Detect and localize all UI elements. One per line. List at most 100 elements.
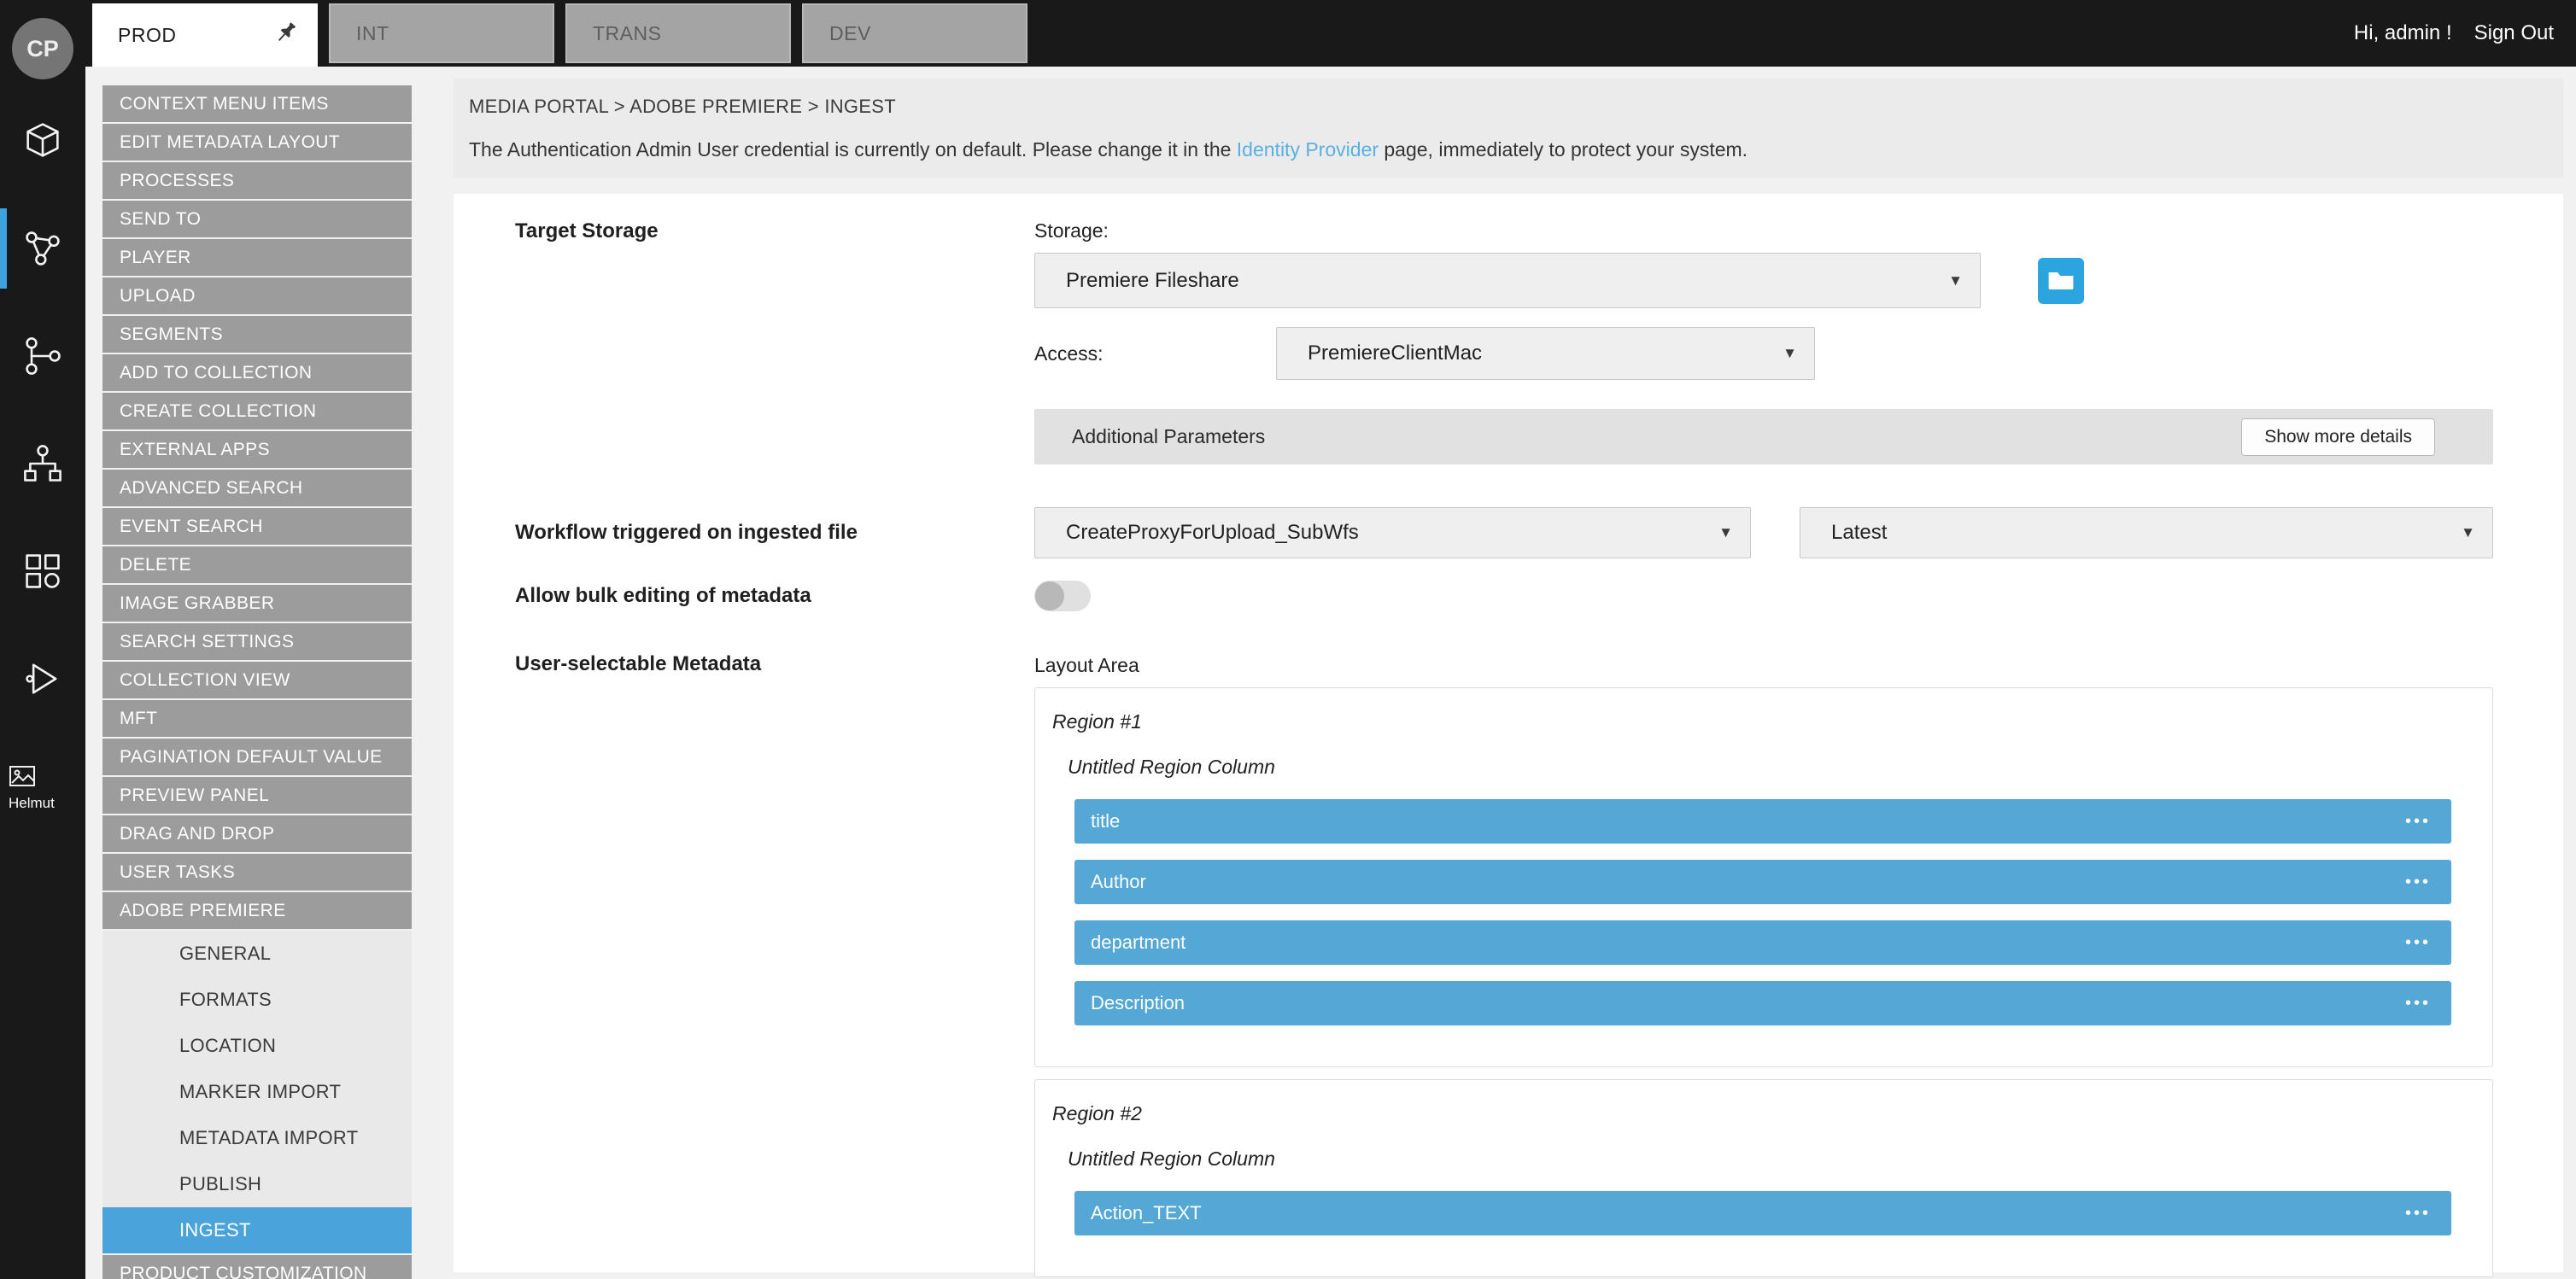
storage-select[interactable]: Premiere Fileshare ▼ (1034, 253, 1981, 308)
tab-dev[interactable]: DEV (802, 3, 1027, 63)
tab-label: DEV (829, 22, 871, 45)
sidebar-item[interactable]: SEND TO (102, 201, 412, 237)
show-more-details-button[interactable]: Show more details (2241, 418, 2435, 456)
modules-icon[interactable] (0, 517, 85, 625)
sidebar-item[interactable]: PAGINATION DEFAULT VALUE (102, 739, 412, 775)
sidebar-item[interactable]: ADD TO COLLECTION (102, 354, 412, 391)
sidebar-subitem[interactable]: PUBLISH (102, 1161, 412, 1207)
sidebar-subitem[interactable]: MARKER IMPORT (102, 1069, 412, 1115)
browse-folder-button[interactable] (2038, 258, 2084, 304)
metadata-field[interactable]: Description ••• (1074, 981, 2451, 1025)
ingest-settings-panel: Target Storage Storage: Premiere Filesha… (454, 194, 2563, 1272)
brand-logo: Helmut (9, 765, 85, 812)
sidebar-item[interactable]: USER TASKS (102, 854, 412, 891)
sidebar-item[interactable]: SEGMENTS (102, 316, 412, 353)
more-options-icon[interactable]: ••• (2405, 981, 2431, 1025)
sidebar-item-adobe-premiere[interactable]: ADOBE PREMIERE (102, 892, 412, 929)
more-options-icon[interactable]: ••• (2405, 1191, 2431, 1235)
user-greeting: Hi, admin ! (2354, 21, 2452, 45)
sidebar-item[interactable]: PLAYER (102, 239, 412, 276)
sidebar-subitem-ingest[interactable]: INGEST (102, 1207, 412, 1253)
sidebar-subitem[interactable]: LOCATION (102, 1023, 412, 1069)
sidebar-subitem[interactable]: METADATA IMPORT (102, 1115, 412, 1161)
layout-region-2: Region #2 Untitled Region Column Action_… (1034, 1079, 2493, 1277)
notice-text: page, immediately to protect your system… (1379, 138, 1748, 161)
storage-label: Storage: (1034, 219, 2493, 242)
sidebar-item[interactable]: PREVIEW PANEL (102, 777, 412, 814)
workflow-value: CreateProxyForUpload_SubWfs (1066, 521, 1359, 545)
access-select[interactable]: PremiereClientMac ▼ (1276, 327, 1815, 380)
identity-provider-link[interactable]: Identity Provider (1237, 138, 1379, 161)
sidebar-item[interactable]: DRAG AND DROP (102, 815, 412, 852)
sitemap-icon[interactable] (0, 410, 85, 517)
access-label: Access: (1034, 342, 1276, 365)
metadata-field-label: Action_TEXT (1091, 1202, 1202, 1224)
sidebar-item[interactable]: ADVANCED SEARCH (102, 470, 412, 506)
top-bar: PROD INT TRANS DEV Hi, admin ! Sign Out (0, 0, 2576, 67)
sidebar-item[interactable]: SEARCH SETTINGS (102, 623, 412, 660)
chevron-down-icon: ▼ (1769, 345, 1797, 362)
metadata-field-label: Description (1091, 992, 1185, 1014)
breadcrumb-panel: MEDIA PORTAL > ADOBE PREMIERE > INGEST T… (454, 79, 2563, 178)
tab-label: INT (356, 22, 389, 45)
tab-trans[interactable]: TRANS (565, 3, 791, 63)
cube-icon[interactable] (0, 87, 85, 195)
more-options-icon[interactable]: ••• (2405, 920, 2431, 965)
toggle-knob (1035, 581, 1064, 610)
broken-image-icon (9, 765, 38, 789)
sidebar-item[interactable]: EDIT METADATA LAYOUT (102, 124, 412, 161)
tab-label: TRANS (593, 22, 661, 45)
tab-int[interactable]: INT (329, 3, 554, 63)
metadata-field[interactable]: Action_TEXT ••• (1074, 1191, 2451, 1235)
settings-sidebar: CONTEXT MENU ITEMS EDIT METADATA LAYOUT … (102, 85, 412, 1279)
sidebar-item[interactable]: CONTEXT MENU ITEMS (102, 85, 412, 122)
sidebar-item[interactable]: UPLOAD (102, 277, 412, 314)
sidebar-item[interactable]: MFT (102, 700, 412, 737)
bulk-editing-label: Allow bulk editing of metadata (515, 584, 1034, 608)
metadata-row: User-selectable Metadata Layout Area Reg… (515, 652, 2493, 1277)
target-storage-label: Target Storage (515, 219, 1034, 464)
metadata-field[interactable]: department ••• (1074, 920, 2451, 965)
bulk-editing-toggle[interactable] (1034, 581, 1091, 611)
sidebar-item[interactable]: COLLECTION VIEW (102, 662, 412, 698)
metadata-label: User-selectable Metadata (515, 652, 1034, 676)
sidebar-subitem[interactable]: GENERAL (102, 931, 412, 977)
breadcrumb: MEDIA PORTAL > ADOBE PREMIERE > INGEST (469, 96, 2563, 118)
metadata-field-label: department (1091, 932, 1186, 954)
target-storage-row: Target Storage Storage: Premiere Filesha… (515, 219, 2493, 464)
layout-area-label: Layout Area (1034, 652, 2493, 677)
sign-out-link[interactable]: Sign Out (2474, 21, 2554, 45)
metadata-field[interactable]: Author ••• (1074, 860, 2451, 904)
region-title: Region #2 (1052, 1102, 2451, 1125)
chevron-down-icon: ▼ (1935, 272, 1963, 289)
notice-text: The Authentication Admin User credential… (469, 138, 1237, 161)
sidebar-item[interactable]: IMAGE GRABBER (102, 585, 412, 622)
tab-label: PROD (118, 24, 176, 47)
sidebar-item[interactable]: PROCESSES (102, 162, 412, 199)
main-content: MEDIA PORTAL > ADOBE PREMIERE > INGEST T… (454, 79, 2563, 1272)
region-column-title: Untitled Region Column (1068, 1148, 2451, 1171)
workflow-label: Workflow triggered on ingested file (515, 521, 1034, 545)
tab-prod[interactable]: PROD (92, 3, 318, 67)
branch-icon[interactable] (0, 302, 85, 410)
chevron-down-icon: ▼ (2447, 524, 2475, 541)
workflow-version-select[interactable]: Latest ▼ (1800, 507, 2493, 558)
environment-tabs: PROD INT TRANS DEV (92, 3, 1027, 67)
workflow-select[interactable]: CreateProxyForUpload_SubWfs ▼ (1034, 507, 1751, 558)
metadata-field-label: title (1091, 810, 1120, 832)
sidebar-item[interactable]: EVENT SEARCH (102, 508, 412, 545)
workflow-icon[interactable] (0, 195, 85, 302)
avatar[interactable]: CP (12, 18, 73, 79)
sidebar-item[interactable]: CREATE COLLECTION (102, 393, 412, 429)
brand-label: Helmut (9, 795, 85, 812)
sidebar-subitem[interactable]: FORMATS (102, 977, 412, 1023)
folder-icon (2047, 268, 2075, 293)
pin-icon[interactable] (273, 20, 299, 50)
sidebar-item[interactable]: DELETE (102, 546, 412, 583)
sidebar-item-product-customization[interactable]: PRODUCT CUSTOMIZATION (102, 1255, 412, 1279)
more-options-icon[interactable]: ••• (2405, 799, 2431, 844)
more-options-icon[interactable]: ••• (2405, 860, 2431, 904)
metadata-field[interactable]: title ••• (1074, 799, 2451, 844)
player-icon[interactable] (0, 625, 85, 733)
sidebar-item[interactable]: EXTERNAL APPS (102, 431, 412, 468)
